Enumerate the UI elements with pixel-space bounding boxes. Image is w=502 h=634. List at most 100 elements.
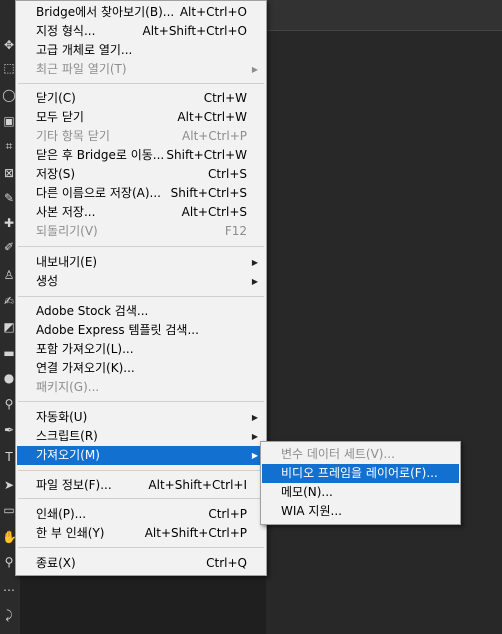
- menu-item-스크립트[interactable]: 스크립트(R) ▶: [17, 427, 265, 446]
- menu-item-label: 내보내기(E): [36, 255, 98, 269]
- frame-tool-icon[interactable]: ⊠: [2, 166, 16, 180]
- submenu-item-메모[interactable]: 메모(N)...: [262, 483, 459, 502]
- menu-item-adobe-express-템플릿-검색[interactable]: Adobe Express 템플릿 검색...: [17, 321, 265, 340]
- menu-item-인쇄[interactable]: 인쇄(P)... Ctrl+P: [17, 505, 265, 524]
- swap-colors-icon[interactable]: ⤸: [2, 608, 16, 622]
- menu-item-label: 자동화(U): [36, 410, 88, 424]
- crop-tool-icon[interactable]: ⌗: [2, 139, 16, 153]
- brush-tool-icon[interactable]: ✐: [2, 240, 16, 254]
- submenu-arrow-icon: ▶: [251, 277, 258, 286]
- healing-brush-tool-icon[interactable]: ✚: [2, 216, 16, 230]
- menu-item-종료[interactable]: 종료(X) Ctrl+Q: [17, 554, 265, 573]
- menu-item-shortcut: Ctrl+W: [203, 91, 247, 105]
- menu-item-shortcut: Ctrl+S: [207, 167, 247, 181]
- menu-item-기타-항목-닫기: 기타 항목 닫기 Alt+Ctrl+P: [17, 127, 265, 146]
- blur-tool-icon[interactable]: ●: [2, 371, 16, 385]
- submenu-arrow-icon: ▶: [251, 413, 258, 422]
- document-canvas[interactable]: [266, 31, 502, 634]
- menu-separator: [18, 83, 264, 84]
- rectangle-tool-icon[interactable]: ▭: [2, 503, 16, 517]
- move-tool-icon[interactable]: ✥: [2, 38, 16, 52]
- menu-item-label: 연결 가져오기(K)...: [36, 361, 135, 375]
- menu-item-label: 최근 파일 열기(T): [36, 62, 127, 76]
- menu-item-label: 스크립트(R): [36, 429, 98, 443]
- menu-item-모두-닫기[interactable]: 모두 닫기 Alt+Ctrl+W: [17, 108, 265, 127]
- menu-item-label: 고급 개체로 열기...: [36, 43, 133, 57]
- menu-item-패키지: 패키지(G)...: [17, 378, 265, 397]
- marquee-tool-icon[interactable]: ⬚: [2, 61, 16, 75]
- file-menu: Bridge에서 찾아보기(B)... Alt+Ctrl+O 지정 형식... Alt…: [15, 0, 267, 576]
- menu-item-label: 지정 형식...: [36, 24, 96, 38]
- menu-item-한-부-인쇄[interactable]: 한 부 인쇄(Y) Alt+Shift+Ctrl+P: [17, 524, 265, 543]
- menu-item-다른-이름으로-저장[interactable]: 다른 이름으로 저장(A)... Shift+Ctrl+S: [17, 184, 265, 203]
- submenu-item-label: 변수 데이터 세트(V)...: [281, 447, 395, 461]
- menu-separator: [18, 246, 264, 247]
- menu-item-label: 사본 저장...: [36, 205, 96, 219]
- zoom-tool-icon[interactable]: ⚲: [2, 555, 16, 569]
- menu-item-연결-가져오기[interactable]: 연결 가져오기(K)...: [17, 359, 265, 378]
- menu-item-shortcut: Alt+Ctrl+S: [181, 205, 247, 219]
- menu-item-저장[interactable]: 저장(S) Ctrl+S: [17, 165, 265, 184]
- menu-item-label: 인쇄(P)...: [36, 507, 87, 521]
- menu-item-adobe-stock-검색[interactable]: Adobe Stock 검색...: [17, 302, 265, 321]
- dodge-tool-icon[interactable]: ⚲: [2, 397, 16, 411]
- pen-tool-icon[interactable]: ✒: [2, 423, 16, 437]
- menu-item-닫은-후-bridge로-이동[interactable]: 닫은 후 Bridge로 이동... Shift+Ctrl+W: [17, 146, 265, 165]
- menu-item-label: 모두 닫기: [36, 110, 84, 124]
- menu-separator: [18, 498, 264, 499]
- menu-item-label: 포함 가져오기(L)...: [36, 342, 134, 356]
- lasso-tool-icon[interactable]: ◯: [2, 88, 16, 102]
- eraser-tool-icon[interactable]: ◩: [2, 320, 16, 334]
- menu-item-shortcut: Alt+Shift+Ctrl+P: [144, 526, 247, 540]
- menu-item-사본-저장[interactable]: 사본 저장... Alt+Ctrl+S: [17, 203, 265, 222]
- stamp-tool-icon[interactable]: ♙: [2, 268, 16, 282]
- menu-separator: [18, 470, 264, 471]
- menu-item-고급-개체로-열기[interactable]: 고급 개체로 열기...: [17, 41, 265, 60]
- hand-tool-icon[interactable]: ✋: [2, 530, 16, 544]
- menu-item-label: 기타 항목 닫기: [36, 129, 110, 143]
- menu-item-shortcut: Shift+Ctrl+S: [170, 186, 247, 200]
- eyedropper-tool-icon[interactable]: ✎: [2, 191, 16, 205]
- menu-item-shortcut: Ctrl+P: [208, 507, 247, 521]
- menu-item-label: 한 부 인쇄(Y): [36, 526, 105, 540]
- submenu-item-비디오-프레임을-레이어로[interactable]: 비디오 프레임을 레이어로(F)...: [262, 464, 459, 483]
- menu-item-shortcut: Alt+Shift+Ctrl+I: [148, 478, 247, 492]
- menu-item-bridge에서-찾아보기[interactable]: Bridge에서 찾아보기(B)... Alt+Ctrl+O: [17, 3, 265, 22]
- path-select-tool-icon[interactable]: ➤: [2, 478, 16, 492]
- gradient-tool-icon[interactable]: ▬: [2, 346, 16, 360]
- menu-item-닫기[interactable]: 닫기(C) Ctrl+W: [17, 89, 265, 108]
- menu-item-shortcut: Alt+Ctrl+P: [182, 129, 247, 143]
- menu-item-shortcut: Alt+Ctrl+O: [179, 5, 247, 19]
- menu-item-생성[interactable]: 생성 ▶: [17, 272, 265, 291]
- menu-item-label: 생성: [36, 274, 59, 288]
- menu-item-가져오기[interactable]: 가져오기(M) ▶: [17, 446, 265, 465]
- menu-separator: [18, 296, 264, 297]
- menu-item-되돌리기: 되돌리기(V) F12: [17, 222, 265, 241]
- menu-item-label: 되돌리기(V): [36, 224, 98, 238]
- menu-item-최근-파일-열기: 최근 파일 열기(T) ▶: [17, 60, 265, 79]
- menu-item-label: Adobe Stock 검색...: [36, 304, 149, 318]
- menu-item-지정-형식[interactable]: 지정 형식... Alt+Shift+Ctrl+O: [17, 22, 265, 41]
- menu-item-내보내기[interactable]: 내보내기(E) ▶: [17, 253, 265, 272]
- menu-item-shortcut: Alt+Shift+Ctrl+O: [142, 24, 247, 38]
- submenu-arrow-icon: ▶: [251, 65, 258, 74]
- menu-item-shortcut: F12: [224, 224, 247, 238]
- history-brush-tool-icon[interactable]: ✍: [2, 294, 16, 308]
- submenu-arrow-icon: ▶: [251, 451, 258, 460]
- menu-item-파일-정보[interactable]: 파일 정보(F)... Alt+Shift+Ctrl+I: [17, 476, 265, 495]
- submenu-item-label: 메모(N)...: [281, 485, 333, 499]
- menu-separator: [18, 401, 264, 402]
- menu-separator: [18, 547, 264, 548]
- menu-item-label: 파일 정보(F)...: [36, 478, 112, 492]
- more-tools-icon[interactable]: ⋯: [2, 583, 16, 597]
- object-select-tool-icon[interactable]: ▣: [2, 114, 16, 128]
- submenu-item-wia-지원[interactable]: WIA 지원...: [262, 502, 459, 521]
- menu-item-자동화[interactable]: 자동화(U) ▶: [17, 408, 265, 427]
- menu-item-label: Adobe Express 템플릿 검색...: [36, 323, 199, 337]
- menu-item-포함-가져오기[interactable]: 포함 가져오기(L)...: [17, 340, 265, 359]
- submenu-arrow-icon: ▶: [251, 432, 258, 441]
- type-tool-icon[interactable]: T: [2, 450, 16, 464]
- menu-item-label: 닫은 후 Bridge로 이동...: [36, 148, 165, 162]
- menu-item-shortcut: Alt+Ctrl+W: [177, 110, 247, 124]
- menu-item-label: 가져오기(M): [36, 448, 100, 462]
